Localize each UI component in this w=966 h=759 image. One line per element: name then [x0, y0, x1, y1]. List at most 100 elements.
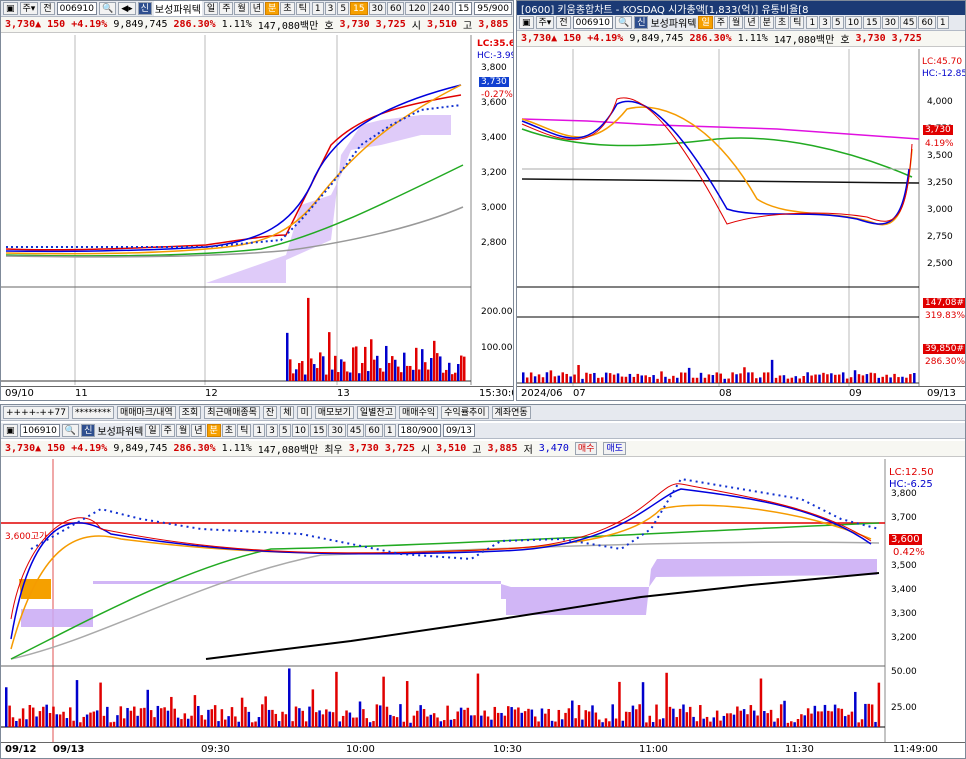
bottom-interval-2[interactable]: 5	[278, 424, 291, 437]
bottom-interval-5[interactable]: 30	[328, 424, 346, 437]
volume-bar	[311, 689, 315, 727]
right-all-select[interactable]: 전	[556, 16, 571, 29]
bottom-period-5[interactable]: 초	[221, 424, 237, 437]
volume-bar	[207, 709, 210, 727]
volume-bar	[72, 720, 75, 727]
right-type-select[interactable]: 주▾	[535, 16, 555, 29]
right-period-3[interactable]: 년	[744, 16, 759, 29]
bottom-period-3[interactable]: 년	[191, 424, 206, 437]
right-interval-6[interactable]: 45	[900, 16, 918, 29]
right-period-2[interactable]: 월	[729, 16, 744, 29]
chart-icon[interactable]: ▣	[519, 16, 534, 29]
bottom-period-2[interactable]: 월	[175, 424, 191, 437]
right-interval-1[interactable]: 3	[819, 16, 831, 29]
menu-item-10[interactable]: 매매수익	[399, 406, 439, 419]
bottom-period-6[interactable]: 틱	[237, 424, 252, 437]
menu-item-4[interactable]: 최근매매종목	[204, 406, 260, 419]
quote-open-label: 시	[420, 445, 431, 456]
right-period-0[interactable]: 일	[698, 16, 713, 29]
search-icon[interactable]: 🔍	[98, 2, 117, 15]
menu-item-8[interactable]: 매모보기	[314, 406, 354, 419]
bottom-interval-7[interactable]: 60	[365, 424, 383, 437]
left-interval-4[interactable]: 30	[368, 2, 386, 15]
right-interval-5[interactable]: 30	[881, 16, 899, 29]
left-count-value[interactable]: 15	[454, 2, 473, 15]
bottom-interval-0[interactable]: 1	[253, 424, 266, 437]
left-type-select[interactable]: 주▾	[19, 2, 39, 15]
right-interval-7[interactable]: 60	[918, 16, 936, 29]
speaker-icon[interactable]: ◀▸	[118, 2, 136, 15]
bottom-interval-1[interactable]: 3	[266, 424, 278, 437]
bottom-interval-4[interactable]: 15	[310, 424, 328, 437]
bottom-count-input[interactable]: 180/900	[397, 424, 441, 437]
chart-icon[interactable]: ▣	[3, 424, 18, 437]
bottom-interval-8[interactable]: 1	[383, 424, 396, 437]
bottom-interval-3[interactable]: 10	[291, 424, 309, 437]
volume-bar	[291, 721, 294, 727]
bottom-y-label-4: 3,400	[891, 585, 917, 595]
menu-item-2[interactable]: 매매마크/내역	[116, 406, 176, 419]
search-icon[interactable]: 🔍	[614, 16, 633, 29]
volume-bar	[372, 721, 375, 727]
menu-item-11[interactable]: 수익률추이	[441, 406, 489, 419]
menu-item-5[interactable]: 잔	[262, 406, 278, 419]
menu-item-7[interactable]: 미	[297, 406, 312, 419]
right-interval-3[interactable]: 10	[844, 16, 863, 29]
right-price-chart[interactable]	[517, 49, 965, 387]
right-code-input[interactable]: 006910	[572, 16, 613, 29]
bottom-period-4[interactable]: 분	[206, 424, 221, 437]
right-interval-8[interactable]: 1	[936, 16, 949, 29]
left-interval-1[interactable]: 3	[324, 2, 337, 15]
left-interval-7[interactable]: 240	[429, 2, 453, 15]
left-all-select[interactable]: 전	[40, 2, 55, 15]
left-interval-0[interactable]: 1	[311, 2, 324, 15]
volume-bar	[857, 722, 860, 727]
menu-item-12[interactable]: 계좌연동	[491, 406, 531, 419]
left-period-1[interactable]: 주	[219, 2, 234, 15]
left-count-input[interactable]: 95/900	[474, 2, 512, 15]
menu-item-0[interactable]: ++++-++77	[3, 406, 69, 419]
left-period-2[interactable]: 월	[234, 2, 249, 15]
left-period-5[interactable]: 초	[280, 2, 295, 15]
right-period-6[interactable]: 틱	[790, 16, 805, 29]
right-period-4[interactable]: 분	[759, 16, 774, 29]
volume-bar	[747, 372, 750, 383]
volume-bar	[244, 706, 247, 727]
volume-bar	[391, 356, 394, 381]
right-period-5[interactable]: 초	[774, 16, 790, 29]
right-interval-4[interactable]: 15	[863, 16, 881, 29]
left-interval-6[interactable]: 120	[405, 2, 429, 15]
volume-bar	[264, 696, 267, 727]
right-interval-0[interactable]: 1	[806, 16, 819, 29]
menu-item-1[interactable]: ********	[71, 406, 114, 419]
left-period-4[interactable]: 분	[265, 2, 280, 15]
left-date-0: 09/10	[5, 388, 34, 399]
left-code-input[interactable]: 006910	[56, 2, 97, 15]
volume-bar	[782, 375, 786, 383]
sell-button[interactable]: 매도	[603, 442, 626, 455]
volume-bar	[593, 372, 596, 383]
menu-item-3[interactable]: 조회	[178, 406, 202, 419]
left-period-6[interactable]: 틱	[295, 2, 310, 15]
volume-bar	[190, 715, 193, 727]
right-interval-2[interactable]: 5	[831, 16, 844, 29]
left-period-3[interactable]: 년	[249, 2, 265, 15]
search-icon[interactable]: 🔍	[61, 424, 80, 437]
left-price-chart[interactable]	[1, 35, 513, 385]
left-period-0[interactable]: 일	[203, 2, 219, 15]
chart-icon[interactable]: ▣	[3, 2, 18, 15]
menu-item-9[interactable]: 일별잔고	[356, 406, 397, 419]
menu-item-6[interactable]: 체	[280, 406, 295, 419]
bottom-date-input[interactable]: 09/13	[442, 424, 475, 437]
left-interval-2[interactable]: 5	[337, 2, 350, 15]
bottom-code-input[interactable]: 106910	[19, 424, 60, 437]
bottom-period-1[interactable]: 주	[160, 424, 175, 437]
right-period-1[interactable]: 주	[713, 16, 729, 29]
volume-bar	[424, 362, 427, 381]
buy-button[interactable]: 매수	[574, 442, 598, 455]
bottom-interval-6[interactable]: 45	[346, 424, 365, 437]
left-interval-3[interactable]: 15	[350, 2, 368, 15]
left-interval-5[interactable]: 60	[387, 2, 405, 15]
bottom-period-0[interactable]: 일	[145, 424, 160, 437]
bottom-price-chart[interactable]	[1, 459, 965, 745]
